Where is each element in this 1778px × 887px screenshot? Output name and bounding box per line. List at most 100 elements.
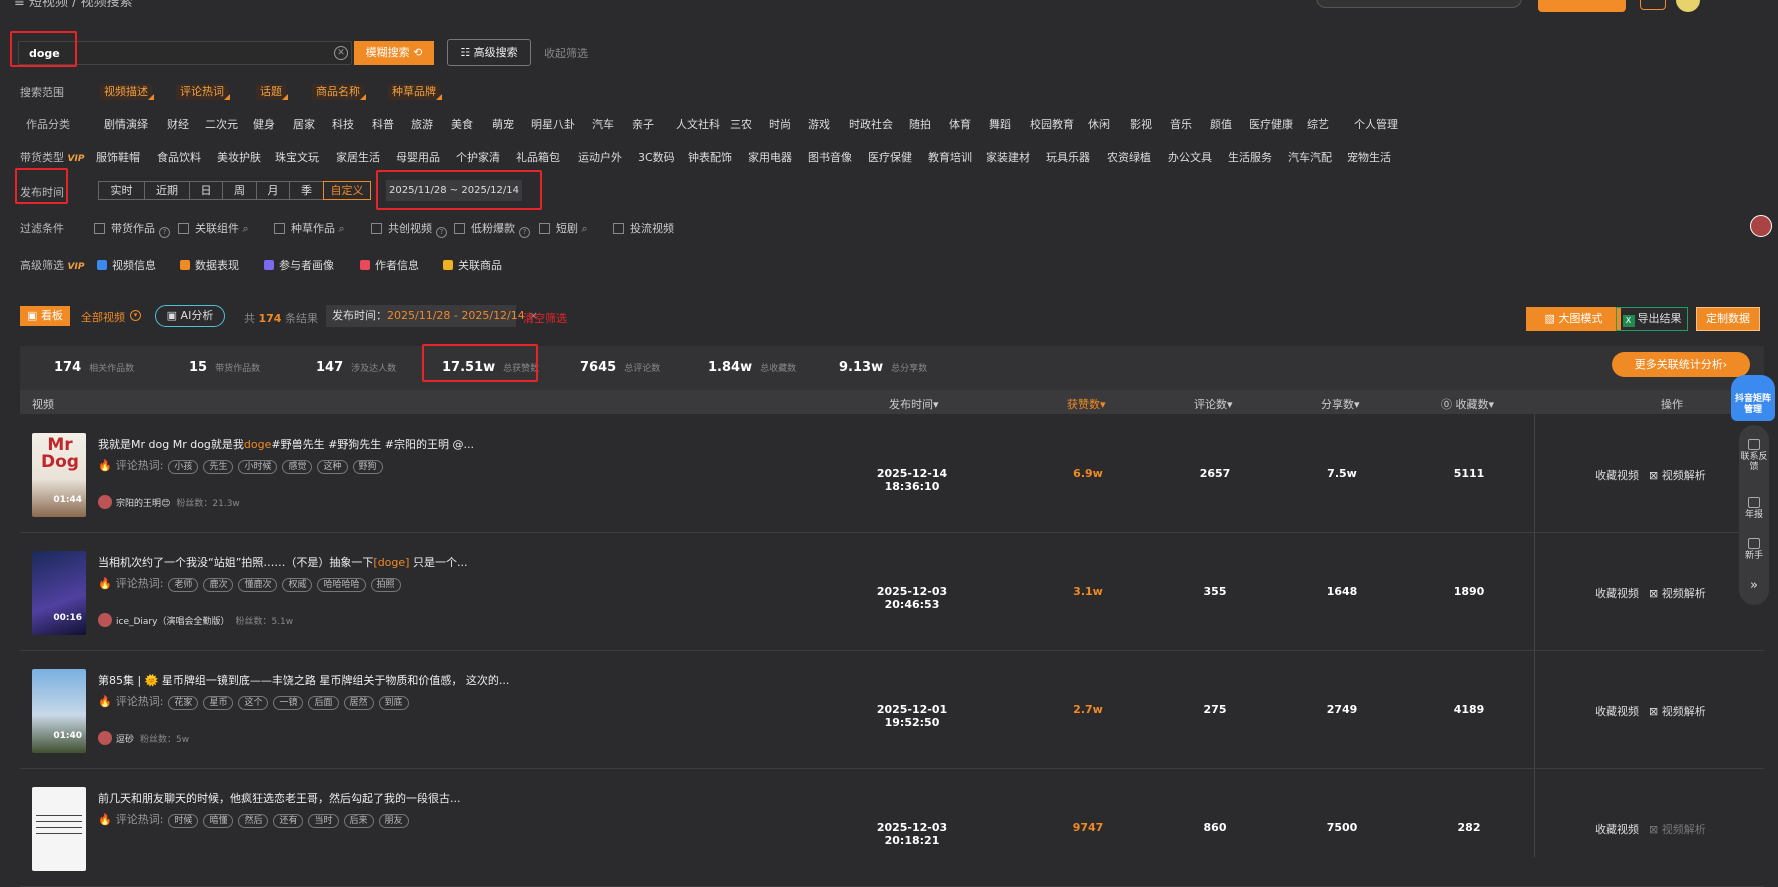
video-title[interactable]: 前几天和朋友聊天的时候，他疯狂选恋老王哥，然后勾起了我的一段很古... [98, 790, 461, 806]
fuzzy-search-button[interactable]: 模糊搜索 ⟲ [354, 41, 434, 65]
hot-word-chip[interactable]: 感觉 [282, 460, 313, 474]
category-item[interactable]: 音乐 [1170, 116, 1192, 132]
collect-video-button[interactable]: 收藏视频 [1595, 587, 1639, 600]
author-info[interactable]: ice_Diary（演唱会全勤版） 粉丝数：5.1w [98, 613, 293, 627]
goods-type-item[interactable]: 食品饮料 [157, 149, 201, 165]
publish-segment[interactable]: 季 [289, 181, 323, 200]
category-item[interactable]: 健身 [253, 116, 275, 132]
adv-participant-profile[interactable]: 参与者画像 [264, 257, 334, 273]
category-item[interactable]: 时政社会 [849, 116, 893, 132]
hot-word-chip[interactable]: 花家 [168, 696, 199, 710]
video-analysis-button[interactable]: ⊠ 视频解析 [1649, 705, 1706, 718]
goods-type-item[interactable]: 珠宝文玩 [275, 149, 319, 165]
scope-tag[interactable]: 商品名称 [312, 84, 366, 100]
publish-segment[interactable]: 近期 [144, 181, 189, 200]
category-item[interactable]: 萌宠 [492, 116, 514, 132]
hot-word-chip[interactable]: 小孩 [168, 460, 199, 474]
category-item[interactable]: 汽车 [592, 116, 614, 132]
feedback-button[interactable]: 联系反馈 [1739, 439, 1769, 472]
adv-data-performance[interactable]: 数据表现 [180, 257, 239, 273]
category-item[interactable]: 综艺 [1307, 116, 1329, 132]
publish-segment[interactable]: 自定义 [323, 181, 371, 200]
video-analysis-button[interactable]: ⊠ 视频解析 [1649, 823, 1706, 836]
category-item[interactable]: 时尚 [769, 116, 791, 132]
goods-type-item[interactable]: 教育培训 [928, 149, 972, 165]
col-likes[interactable]: 获赞数▾ [1067, 396, 1106, 412]
goods-type-item[interactable]: 图书音像 [808, 149, 852, 165]
publish-segment[interactable]: 周 [222, 181, 256, 200]
goods-type-item[interactable]: 办公文具 [1168, 149, 1212, 165]
goods-type-item[interactable]: 家居生活 [336, 149, 380, 165]
category-item[interactable]: 校园教育 [1030, 116, 1074, 132]
goods-type-item[interactable]: 汽车汽配 [1288, 149, 1332, 165]
author-info[interactable]: 宗阳的王明😊 粉丝数：21.3w [98, 495, 240, 509]
publish-segment[interactable]: 月 [256, 181, 289, 200]
adv-video-info[interactable]: 视频信息 [97, 257, 156, 273]
hot-word-chip[interactable]: 朋友 [378, 814, 409, 828]
table-row[interactable]: 01:40 第85集 | 🌞 星币牌组一镜到底——丰饶之路 星币牌组关于物质和价值… [20, 651, 1764, 769]
table-row[interactable]: 前几天和朋友聊天的时候，他疯狂选恋老王哥，然后勾起了我的一段很古... 🔥 评论热词… [20, 769, 1764, 887]
goods-type-item[interactable]: 生活服务 [1228, 149, 1272, 165]
hot-word-chip[interactable]: 一镜 [273, 696, 304, 710]
video-analysis-button[interactable]: ⊠ 视频解析 [1649, 587, 1706, 600]
douyin-matrix-button[interactable]: 抖音矩阵管理 [1731, 375, 1775, 421]
category-item[interactable]: 明星八卦 [531, 116, 575, 132]
clear-icon[interactable]: ✕ [334, 46, 348, 60]
category-item[interactable]: 二次元 [205, 116, 238, 132]
category-item[interactable]: 居家 [293, 116, 315, 132]
goods-type-item[interactable]: 钟表配饰 [688, 149, 732, 165]
category-item[interactable]: 医疗健康 [1249, 116, 1293, 132]
filter-checkbox[interactable]: 投流视频 [613, 220, 674, 235]
filter-checkbox[interactable]: 带货作品? [94, 220, 176, 238]
goods-type-item[interactable]: 农资绿植 [1107, 149, 1151, 165]
scope-tag[interactable]: 话题 [256, 84, 288, 100]
export-button[interactable]: X 导出结果 [1616, 307, 1688, 331]
publish-segment[interactable]: 日 [189, 181, 222, 200]
goods-type-item[interactable]: 家用电器 [748, 149, 792, 165]
category-item[interactable]: 游戏 [808, 116, 830, 132]
video-thumbnail[interactable]: 01:40 [32, 669, 86, 753]
ai-analysis-button[interactable]: ▣ AI分析 [155, 305, 225, 327]
hot-word-chip[interactable]: 先生 [203, 460, 234, 474]
filter-checkbox[interactable]: 短剧 ⌕ [539, 220, 588, 235]
col-shares[interactable]: 分享数▾ [1321, 396, 1360, 412]
col-favorites[interactable]: ⓪ 收藏数▾ [1441, 396, 1494, 412]
share-icon[interactable] [1640, 0, 1666, 10]
video-thumbnail[interactable]: 00:16 [32, 551, 86, 635]
scope-tag[interactable]: 种草品牌 [388, 84, 442, 100]
big-mode-button[interactable]: ▧ 大图模式 [1526, 307, 1621, 331]
category-item[interactable]: 科普 [372, 116, 394, 132]
hot-word-chip[interactable]: 还有 [273, 814, 304, 828]
video-analysis-button[interactable]: ⊠ 视频解析 [1649, 469, 1706, 482]
collapse-filter-link[interactable]: 收起筛选 [544, 45, 588, 61]
clear-filter-link[interactable]: 清空筛选 [523, 310, 567, 326]
scope-tag[interactable]: 评论热词 [176, 84, 230, 100]
filter-checkbox[interactable]: 共创视频? [371, 220, 453, 238]
hot-word-chip[interactable]: 鹿次 [203, 578, 234, 592]
category-item[interactable]: 财经 [167, 116, 189, 132]
category-item[interactable]: 影视 [1130, 116, 1152, 132]
hot-word-chip[interactable]: 野狗 [352, 460, 383, 474]
hot-word-chip[interactable]: 时候 [168, 814, 199, 828]
video-title[interactable]: 第85集 | 🌞 星币牌组一镜到底——丰饶之路 星币牌组关于物质和价值感， 这次… [98, 672, 509, 688]
hot-word-chip[interactable]: 居然 [343, 696, 374, 710]
all-videos-dropdown[interactable]: 全部视频 [81, 309, 125, 325]
category-item[interactable]: 科技 [332, 116, 354, 132]
hot-word-chip[interactable]: 暗懂 [203, 814, 234, 828]
adv-author-info[interactable]: 作者信息 [360, 257, 419, 273]
category-item[interactable]: 随拍 [909, 116, 931, 132]
col-publish-time[interactable]: 发布时间▾ [889, 396, 939, 412]
hot-word-chip[interactable]: 哈哈哈哈 [317, 578, 366, 592]
filter-checkbox[interactable]: 低粉爆款? [454, 220, 536, 238]
advanced-search-button[interactable]: ☷ 高级搜索 [447, 39, 531, 66]
goods-type-item[interactable]: 医疗保健 [868, 149, 912, 165]
goods-type-item[interactable]: 礼品箱包 [516, 149, 560, 165]
goods-type-item[interactable]: 服饰鞋帽 [96, 149, 140, 165]
video-title[interactable]: 我就是Mr dog Mr dog就是我doge#野兽先生 #野狗先生 #宗阳的王… [98, 436, 474, 452]
hot-word-chip[interactable]: 星币 [203, 696, 234, 710]
goods-type-item[interactable]: 玩具乐器 [1046, 149, 1090, 165]
category-item[interactable]: 旅游 [411, 116, 433, 132]
table-row[interactable]: Mr Dog 01:44 我就是Mr dog Mr dog就是我doge#野兽先生 … [20, 415, 1764, 533]
chevron-down-icon[interactable]: ▾ [130, 310, 141, 321]
avatar[interactable] [1750, 215, 1772, 237]
